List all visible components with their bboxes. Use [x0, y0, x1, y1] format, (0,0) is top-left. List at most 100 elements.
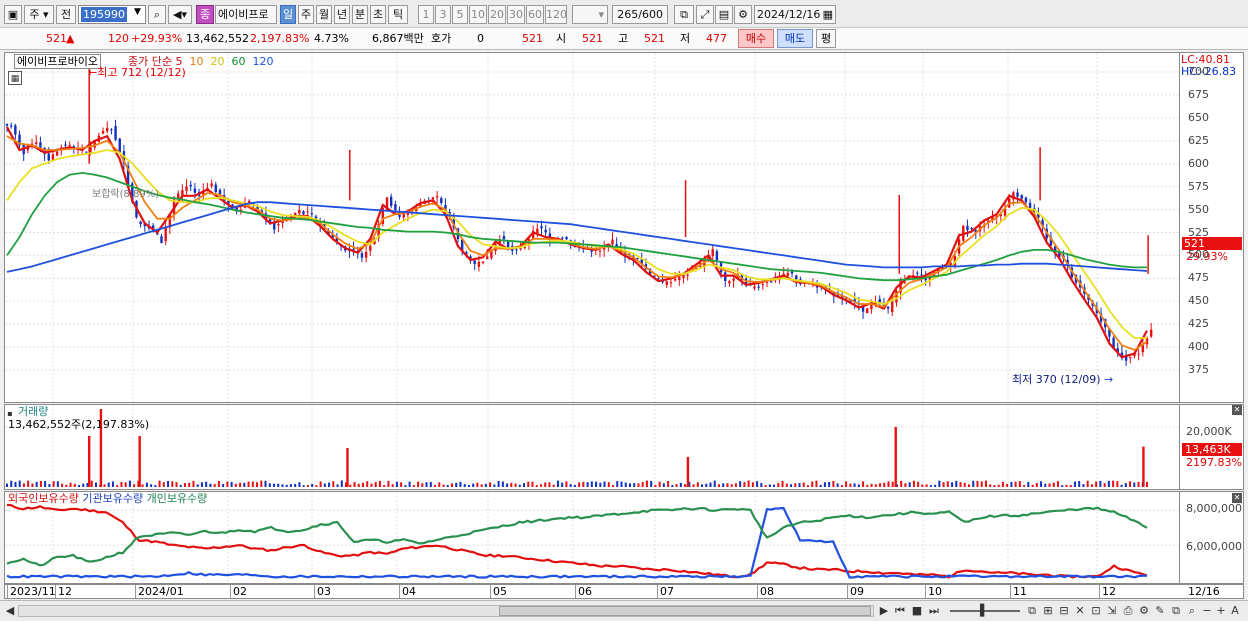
zoom-search-icon[interactable]: ⌕ [1185, 604, 1199, 618]
date-input[interactable]: 2024/12/16 ▦ [754, 5, 836, 24]
candle-body [970, 227, 973, 230]
stock-code-input[interactable]: 195990 ▼ [78, 5, 146, 24]
interval-button-10[interactable]: 10 [469, 5, 487, 24]
volume-chart-svg[interactable] [5, 405, 1243, 489]
candle-body [431, 197, 435, 200]
period-tab-5[interactable]: 초 [370, 5, 386, 24]
interval-button-30[interactable]: 30 [507, 5, 525, 24]
interval-button-60[interactable]: 60 [526, 5, 544, 24]
add-indicator-icon[interactable]: ⧉ [674, 5, 694, 24]
volume-bar [912, 480, 915, 487]
split-icon[interactable]: ⊟ [1057, 604, 1071, 618]
volume-bar [595, 481, 598, 487]
font-size-icon[interactable]: A [1229, 604, 1241, 618]
sound-icon[interactable]: ◀▾ [168, 5, 192, 24]
volume-bar [713, 480, 716, 487]
volume-bar [14, 482, 17, 487]
price-tick-425: 425 [1188, 317, 1209, 331]
volume-bar [217, 480, 220, 487]
period-tab-3[interactable]: 년 [334, 5, 350, 24]
price-tick-575: 575 [1188, 179, 1209, 193]
trend-tool-icon[interactable]: ⤢ [696, 5, 714, 24]
eval-button[interactable]: 평 [816, 29, 836, 48]
volume-bar [586, 482, 589, 487]
panel-menu-icon[interactable]: ▦ [8, 71, 22, 85]
duplicate-icon[interactable]: ⧉ [1169, 604, 1183, 618]
save-icon[interactable]: ▤ [715, 5, 733, 24]
buy-button[interactable]: 매수 [738, 29, 774, 48]
volume-close-icon[interactable]: ✕ [1232, 405, 1242, 415]
gear-icon[interactable]: ⚙ [734, 5, 752, 24]
volume-bar [234, 483, 237, 487]
volume-bar [366, 481, 369, 487]
print-icon[interactable]: ⎙ [1121, 604, 1135, 618]
zoom-in-icon[interactable]: + [1215, 604, 1227, 618]
volume-bar [69, 482, 72, 487]
volume-bar [806, 485, 809, 487]
stock-name: 에이비프로 [215, 5, 277, 24]
scroll-track[interactable] [18, 605, 874, 617]
volume-collapse-icon[interactable]: ▪ [6, 407, 14, 421]
play-back-icon[interactable]: ⏮ [893, 604, 907, 618]
volume-bar [692, 484, 695, 487]
compare-icon[interactable]: ⊡ [1089, 604, 1103, 618]
cross-icon[interactable]: ✕ [1073, 604, 1087, 618]
layout-icon[interactable]: ▣ [4, 5, 22, 24]
prev-select[interactable]: 전 [56, 5, 76, 24]
export-icon[interactable]: ⇲ [1105, 604, 1119, 618]
volume-bar [302, 485, 305, 487]
period-tab-1[interactable]: 주 [298, 5, 314, 24]
scroll-right-icon[interactable]: ▶ [878, 604, 890, 618]
theme-badge[interactable]: 종 [196, 5, 214, 24]
stock-code-value: 195990 [81, 7, 127, 22]
candle-body [1016, 192, 1019, 197]
interval-custom-select[interactable]: ▾ [572, 5, 608, 24]
scroll-thumb[interactable] [499, 606, 871, 616]
volume-bar [361, 482, 364, 487]
period-tab-2[interactable]: 월 [316, 5, 332, 24]
period-tab-6[interactable]: 틱 [388, 5, 408, 24]
market-select[interactable]: 주 ▾ [24, 5, 54, 24]
volume-bar [934, 484, 937, 487]
interval-button-120[interactable]: 120 [545, 5, 567, 24]
layout-grid-icon[interactable]: ⊞ [1041, 604, 1055, 618]
volume-bar [650, 480, 653, 487]
copy-icon[interactable]: ⧉ [1025, 604, 1039, 618]
x-axis: 2023/11 12 2024/01 02 03 04 05 06 07 08 09 10 11 12 [4, 584, 1244, 599]
zoom-out-icon[interactable]: − [1201, 604, 1213, 618]
period-tab-4[interactable]: 분 [352, 5, 368, 24]
stop-icon[interactable]: ■ [910, 604, 924, 618]
count-input[interactable]: 265/600 [612, 5, 668, 24]
holdings-close-icon[interactable]: ✕ [1232, 493, 1242, 503]
candle-body [966, 225, 969, 231]
edit-icon[interactable]: ✎ [1153, 604, 1167, 618]
candle-body [389, 196, 393, 206]
volume-axis-label: 20,000K [1186, 425, 1232, 438]
volume-bar [103, 484, 106, 487]
volume-bar [951, 482, 954, 487]
play-forward-icon[interactable]: ⏭ [927, 604, 941, 618]
volume-bar [450, 483, 453, 487]
interval-button-5[interactable]: 5 [452, 5, 468, 24]
volume-bar [1082, 484, 1085, 487]
interval-button-3[interactable]: 3 [435, 5, 451, 24]
interval-button-1[interactable]: 1 [418, 5, 434, 24]
price-tick-675: 675 [1188, 87, 1209, 101]
zoom-slider-handle[interactable]: ▌ [980, 604, 988, 618]
period-tab-0[interactable]: 일 [280, 5, 296, 24]
price-chart-svg[interactable] [5, 53, 1243, 402]
chevron-down-icon[interactable]: ▼ [134, 7, 141, 17]
volume-bar [315, 485, 318, 487]
candle-body [598, 250, 602, 252]
interval-button-20[interactable]: 20 [488, 5, 506, 24]
settings-small-icon[interactable]: ⚙ [1137, 604, 1151, 618]
candle-body [565, 237, 568, 240]
sell-button[interactable]: 매도 [777, 29, 813, 48]
holdings-chart-svg[interactable] [5, 492, 1243, 583]
scroll-left-icon[interactable]: ◀ [4, 604, 16, 618]
search-icon[interactable]: ⌕ [148, 5, 166, 24]
volume-bar [645, 480, 648, 487]
x-axis-label-0: 2023/11 [7, 585, 56, 598]
calendar-icon[interactable]: ▦ [823, 6, 833, 23]
volume-bar [798, 483, 801, 487]
